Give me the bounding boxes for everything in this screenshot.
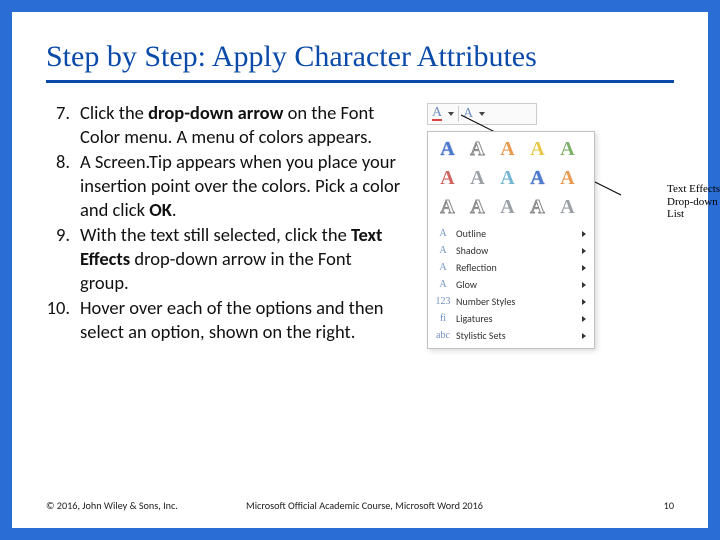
chevron-right-icon xyxy=(582,248,586,254)
menu-label: Glow xyxy=(456,278,477,291)
footer: © 2016, John Wiley & Sons, Inc. Microsof… xyxy=(46,499,674,512)
preset-glyph: A xyxy=(496,196,519,218)
step-item: 7. Click the drop-down arrow on the Font… xyxy=(46,101,401,148)
callout-label: Text Effects Drop-down List xyxy=(667,183,720,221)
preset-glyph: A xyxy=(436,167,459,189)
menu-label: Reflection xyxy=(456,261,497,274)
step-number: 9. xyxy=(46,223,80,294)
menu-stylistic-sets: abc Stylistic Sets xyxy=(436,327,586,344)
preset-glyph: A xyxy=(556,138,579,160)
preset-glyph: A xyxy=(466,138,489,160)
preset-glyph: A xyxy=(496,138,519,160)
number-styles-icon: 123 xyxy=(436,296,450,308)
step-number: 7. xyxy=(46,101,80,148)
preset-glyph: A xyxy=(436,138,459,160)
slide-body: 7. Click the drop-down arrow on the Font… xyxy=(46,101,674,346)
text-effects-panel: A A A A A A A A A A A A A A xyxy=(427,131,595,349)
menu-label: Shadow xyxy=(456,244,488,257)
outline-icon: A xyxy=(436,228,450,240)
preset-row: A A A A A xyxy=(436,196,586,218)
slide: Step by Step: Apply Character Attributes… xyxy=(0,0,720,540)
chevron-right-icon xyxy=(582,299,586,305)
ligatures-icon: fi xyxy=(436,313,450,325)
preset-glyph: A xyxy=(466,196,489,218)
chevron-right-icon xyxy=(582,333,586,339)
preset-glyph: A xyxy=(526,167,549,189)
menu-label: Ligatures xyxy=(456,312,493,325)
shadow-icon: A xyxy=(436,245,450,257)
page-number: 10 xyxy=(650,499,674,512)
step-text: Hover over each of the options and then … xyxy=(80,296,401,343)
copyright: © 2016, John Wiley & Sons, Inc. xyxy=(46,499,246,512)
reflection-icon: A xyxy=(436,262,450,274)
step-item: 9. With the text still selected, click t… xyxy=(46,223,401,294)
chevron-right-icon xyxy=(582,316,586,322)
preset-glyph: A xyxy=(556,196,579,218)
menu-shadow: A Shadow xyxy=(436,242,586,259)
step-text: With the text still selected, click the … xyxy=(80,223,401,294)
course-name: Microsoft Official Academic Course, Micr… xyxy=(246,499,650,512)
preset-glyph: A xyxy=(496,167,519,189)
chevron-right-icon xyxy=(582,231,586,237)
preset-row: A A A A A xyxy=(436,167,586,189)
menu-glow: A Glow xyxy=(436,276,586,293)
preset-row: A A A A A xyxy=(436,138,586,160)
menu-ligatures: fi Ligatures xyxy=(436,310,586,327)
step-text: A Screen.Tip appears when you place your… xyxy=(80,150,401,221)
step-item: 10. Hover over each of the options and t… xyxy=(46,296,401,343)
glow-icon: A xyxy=(436,279,450,291)
preset-glyph: A xyxy=(556,167,579,189)
preset-glyph: A xyxy=(466,167,489,189)
step-text: Click the drop-down arrow on the Font Co… xyxy=(80,101,401,148)
menu-reflection: A Reflection xyxy=(436,259,586,276)
step-list: 7. Click the drop-down arrow on the Font… xyxy=(46,101,401,346)
step-item: 8. A Screen.Tip appears when you place y… xyxy=(46,150,401,221)
menu-number-styles: 123 Number Styles xyxy=(436,293,586,310)
preset-glyph: A xyxy=(436,196,459,218)
text-effects-figure: A A A A A A A A A A xyxy=(427,101,674,311)
step-number: 10. xyxy=(46,296,80,343)
preset-glyph: A xyxy=(526,196,549,218)
menu-label: Outline xyxy=(456,227,486,240)
chevron-right-icon xyxy=(582,265,586,271)
font-color-icon: A xyxy=(432,107,442,121)
menu-label: Number Styles xyxy=(456,295,515,308)
slide-title: Step by Step: Apply Character Attributes xyxy=(46,40,674,83)
preset-glyph: A xyxy=(526,138,549,160)
stylistic-sets-icon: abc xyxy=(436,330,450,342)
menu-label: Stylistic Sets xyxy=(456,329,506,342)
chevron-right-icon xyxy=(582,282,586,288)
step-number: 8. xyxy=(46,150,80,221)
menu-outline: A Outline xyxy=(436,225,586,242)
